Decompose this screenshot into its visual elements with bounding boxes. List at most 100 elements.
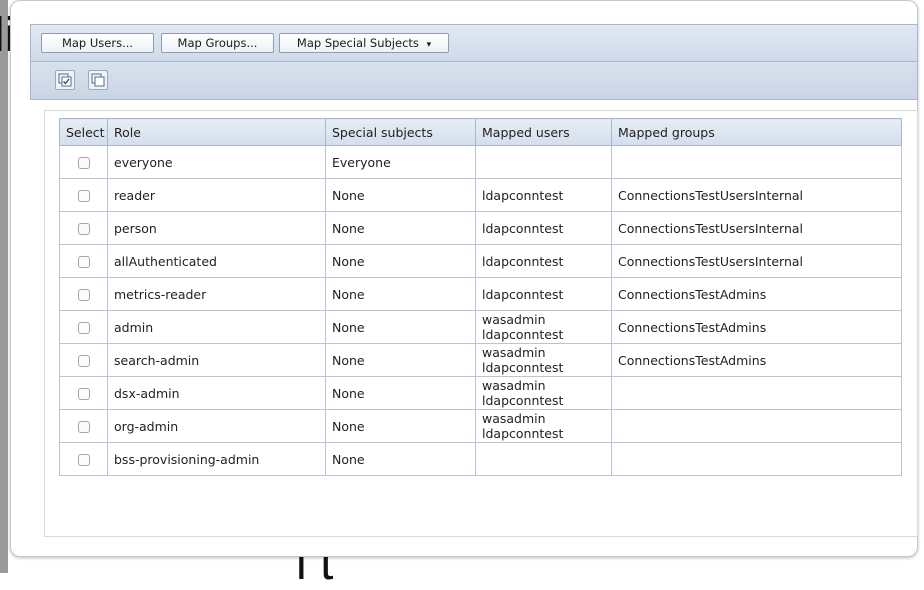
special-subjects-cell: None <box>325 409 476 443</box>
toolbar: Map Users... Map Groups... Map Special S… <box>30 24 918 100</box>
table-row: org-admin None wasadmin ldapconntest <box>59 409 902 443</box>
select-cell <box>59 145 108 179</box>
roles-table-container: Select Role Special subjects Mapped user… <box>44 110 918 537</box>
select-cell <box>59 178 108 212</box>
mapped-groups-cell: ConnectionsTestAdmins <box>611 277 902 311</box>
mapped-groups-cell <box>611 409 902 443</box>
select-cell <box>59 211 108 245</box>
special-subjects-cell: None <box>325 343 476 377</box>
row-checkbox[interactable] <box>77 190 90 202</box>
special-subjects-cell: None <box>325 211 476 245</box>
mapped-groups-cell: ConnectionsTestAdmins <box>611 310 902 344</box>
select-cell <box>59 376 108 410</box>
mapped-users-cell: ldapconntest <box>475 178 612 212</box>
mapped-user: ldapconntest <box>482 286 564 302</box>
row-checkbox[interactable] <box>77 223 90 235</box>
mapped-groups-cell: ConnectionsTestAdmins <box>611 343 902 377</box>
role-cell: allAuthenticated <box>107 244 326 278</box>
special-subjects-cell: None <box>325 376 476 410</box>
mapped-user: wasadmin <box>482 378 546 393</box>
table-header-row: Select Role Special subjects Mapped user… <box>59 118 902 146</box>
mapped-user: ldapconntest <box>482 393 564 408</box>
role-cell: person <box>107 211 326 245</box>
table-row: admin None wasadmin ldapconntest Connections… <box>59 310 902 344</box>
map-users-button[interactable]: Map Users... <box>41 33 154 53</box>
mapped-groups-cell: ConnectionsTestUsersInternal <box>611 178 902 212</box>
select-cell <box>59 244 108 278</box>
mapped-users-cell <box>475 442 612 476</box>
row-checkbox[interactable] <box>77 322 90 334</box>
row-checkbox[interactable] <box>77 421 90 433</box>
role-cell: org-admin <box>107 409 326 443</box>
mapped-users-cell <box>475 145 612 179</box>
mapped-users-cell: wasadmin ldapconntest <box>475 376 612 410</box>
table-row: everyone Everyone <box>59 145 902 179</box>
mapped-user: ldapconntest <box>482 220 564 236</box>
deselect-all-icon[interactable] <box>88 70 108 90</box>
row-checkbox[interactable] <box>77 355 90 367</box>
mapped-users-cell: wasadmin ldapconntest <box>475 310 612 344</box>
row-checkbox[interactable] <box>77 157 90 169</box>
mapped-groups-cell: ConnectionsTestUsersInternal <box>611 244 902 278</box>
mapped-user: ldapconntest <box>482 253 564 269</box>
map-special-subjects-label: Map Special Subjects <box>296 36 419 50</box>
select-cell <box>59 442 108 476</box>
mapped-users-cell: wasadmin ldapconntest <box>475 409 612 443</box>
mapped-groups-cell <box>611 442 902 476</box>
select-all-icon[interactable] <box>55 70 75 90</box>
mapped-users-cell: ldapconntest <box>475 277 612 311</box>
mapped-users-cell: wasadmin ldapconntest <box>475 343 612 377</box>
row-checkbox[interactable] <box>77 289 90 301</box>
mapped-users-cell: ldapconntest <box>475 211 612 245</box>
mapped-groups-cell: ConnectionsTestUsersInternal <box>611 211 902 245</box>
row-checkbox[interactable] <box>77 256 90 268</box>
select-cell <box>59 343 108 377</box>
table-row: metrics-reader None ldapconntest Connection… <box>59 277 902 311</box>
table-row: search-admin None wasadmin ldapconntest Conn… <box>59 343 902 377</box>
table-row: person None ldapconntest ConnectionsTestUse… <box>59 211 902 245</box>
roles-table: Select Role Special subjects Mapped user… <box>59 118 902 476</box>
chevron-down-icon: ▾ <box>426 40 432 50</box>
table-row: bss-provisioning-admin None <box>59 442 902 476</box>
select-cell <box>59 409 108 443</box>
special-subjects-cell: None <box>325 277 476 311</box>
mapped-user: ldapconntest <box>482 327 564 342</box>
header-role[interactable]: Role <box>107 118 326 146</box>
special-subjects-cell: None <box>325 310 476 344</box>
select-cell <box>59 310 108 344</box>
header-select[interactable]: Select <box>59 118 108 146</box>
mapped-user: ldapconntest <box>482 426 564 441</box>
icon-toolbar <box>31 62 917 99</box>
header-mapped-groups[interactable]: Mapped groups <box>611 118 902 146</box>
row-checkbox[interactable] <box>77 388 90 400</box>
mapped-user: ldapconntest <box>482 187 564 203</box>
header-mapped-users[interactable]: Mapped users <box>475 118 612 146</box>
role-cell: bss-provisioning-admin <box>107 442 326 476</box>
header-special-subjects[interactable]: Special subjects <box>325 118 476 146</box>
mapped-users-cell: ldapconntest <box>475 244 612 278</box>
role-cell: dsx-admin <box>107 376 326 410</box>
map-groups-button[interactable]: Map Groups... <box>161 33 274 53</box>
role-cell: metrics-reader <box>107 277 326 311</box>
row-checkbox[interactable] <box>77 454 90 466</box>
mapped-user: wasadmin <box>482 411 546 426</box>
mapped-groups-cell <box>611 145 902 179</box>
button-row: Map Users... Map Groups... Map Special S… <box>31 25 917 62</box>
role-cell: reader <box>107 178 326 212</box>
map-special-subjects-button[interactable]: Map Special Subjects ▾ <box>279 33 449 53</box>
background-strip <box>0 0 8 573</box>
special-subjects-cell: Everyone <box>325 145 476 179</box>
mapped-user: ldapconntest <box>482 360 564 375</box>
special-subjects-cell: None <box>325 178 476 212</box>
select-cell <box>59 277 108 311</box>
special-subjects-cell: None <box>325 244 476 278</box>
mapped-user: wasadmin <box>482 312 546 327</box>
table-row: dsx-admin None wasadmin ldapconntest <box>59 376 902 410</box>
special-subjects-cell: None <box>325 442 476 476</box>
mapped-user: wasadmin <box>482 345 546 360</box>
mapped-groups-cell <box>611 376 902 410</box>
role-cell: admin <box>107 310 326 344</box>
role-cell: search-admin <box>107 343 326 377</box>
table-row: reader None ldapconntest ConnectionsTestUse… <box>59 178 902 212</box>
role-cell: everyone <box>107 145 326 179</box>
